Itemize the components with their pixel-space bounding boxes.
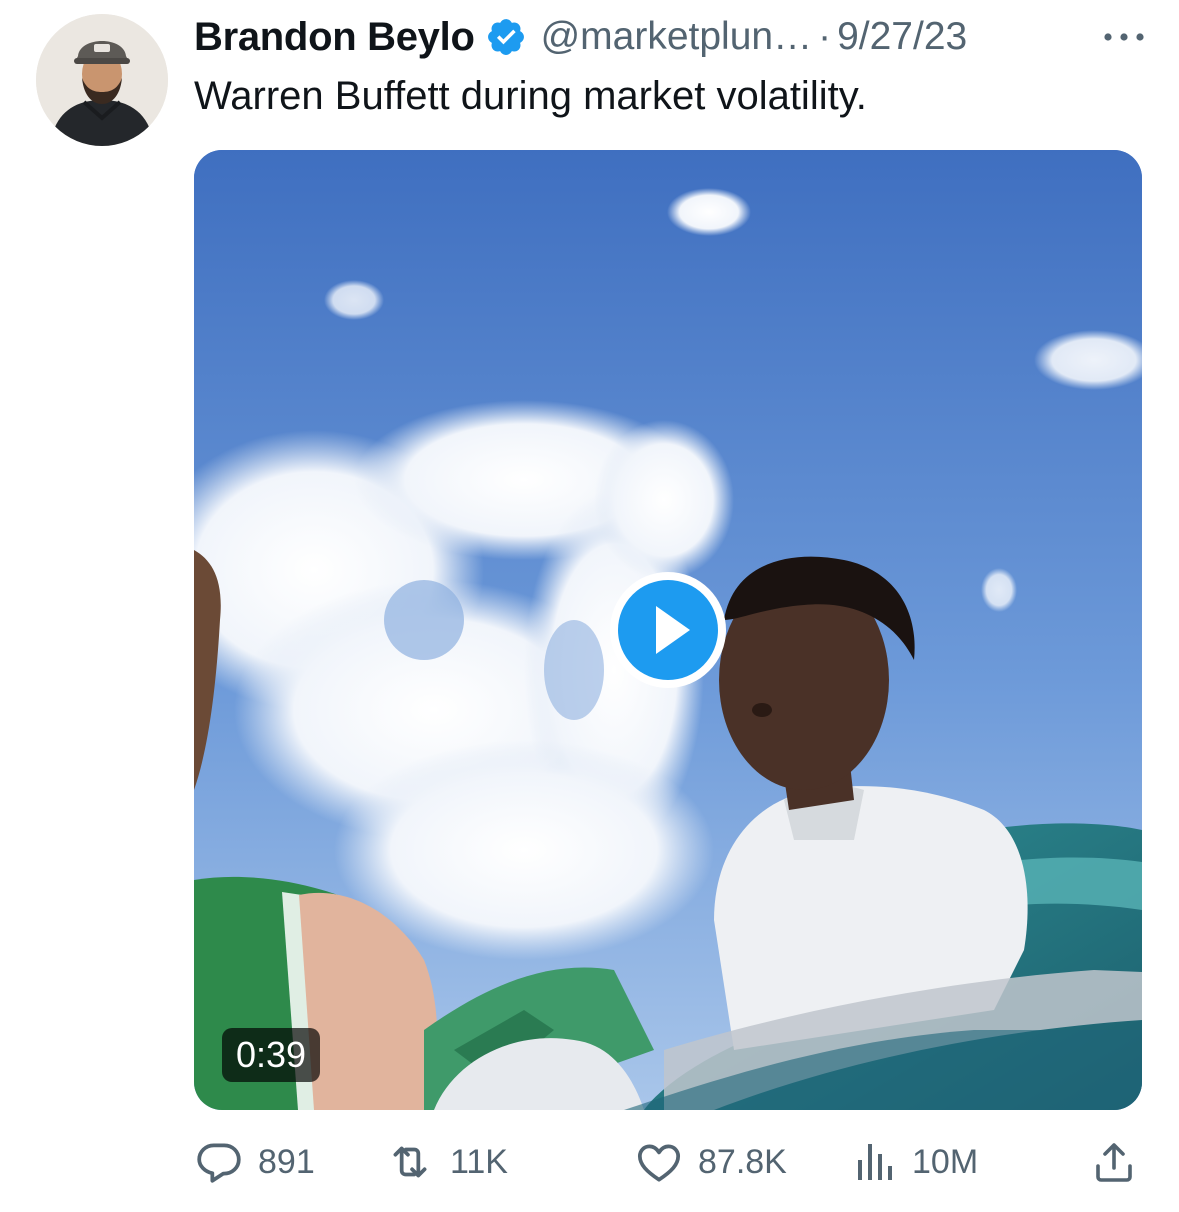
avatar-image: [36, 14, 168, 146]
author-display-name[interactable]: Brandon Beylo: [194, 15, 475, 60]
verified-badge-icon[interactable]: [485, 16, 527, 58]
views-button[interactable]: 10M: [854, 1136, 978, 1188]
author-handle[interactable]: @marketplun…: [541, 15, 813, 59]
repost-arrows-icon: [393, 1146, 427, 1178]
video-player[interactable]: 0:39: [194, 150, 1142, 1110]
share-upload-icon: [1096, 1143, 1132, 1182]
header-separator: ·: [818, 15, 832, 58]
heart-icon: [637, 1144, 681, 1182]
tweet-actions: 891 11K 87.8K 10M: [194, 1136, 1142, 1188]
reply-button[interactable]: 891: [194, 1136, 315, 1188]
tweet-header: Brandon Beylo @marketplun… · 9/27/23: [194, 12, 1154, 62]
like-count: 87.8K: [698, 1142, 787, 1181]
comment-bubble-icon: [197, 1143, 241, 1183]
share-button[interactable]: [1090, 1136, 1138, 1188]
view-count: 10M: [912, 1142, 979, 1181]
tweet-text: Warren Buffett during market volatility.: [194, 74, 867, 118]
tweet[interactable]: Brandon Beylo @marketplun… · 9/27/23 War…: [0, 0, 1179, 1212]
repost-count: 11K: [450, 1142, 508, 1181]
reply-count: 891: [258, 1142, 315, 1181]
like-button[interactable]: 87.8K: [634, 1136, 787, 1188]
video-duration-badge: 0:39: [222, 1028, 321, 1082]
author-avatar[interactable]: [36, 14, 168, 146]
bar-chart-icon: [858, 1144, 892, 1180]
play-icon[interactable]: [608, 570, 728, 690]
more-horizontal-icon[interactable]: [1094, 12, 1154, 62]
repost-button[interactable]: 11K: [384, 1136, 508, 1188]
tweet-date[interactable]: 9/27/23: [837, 15, 967, 59]
